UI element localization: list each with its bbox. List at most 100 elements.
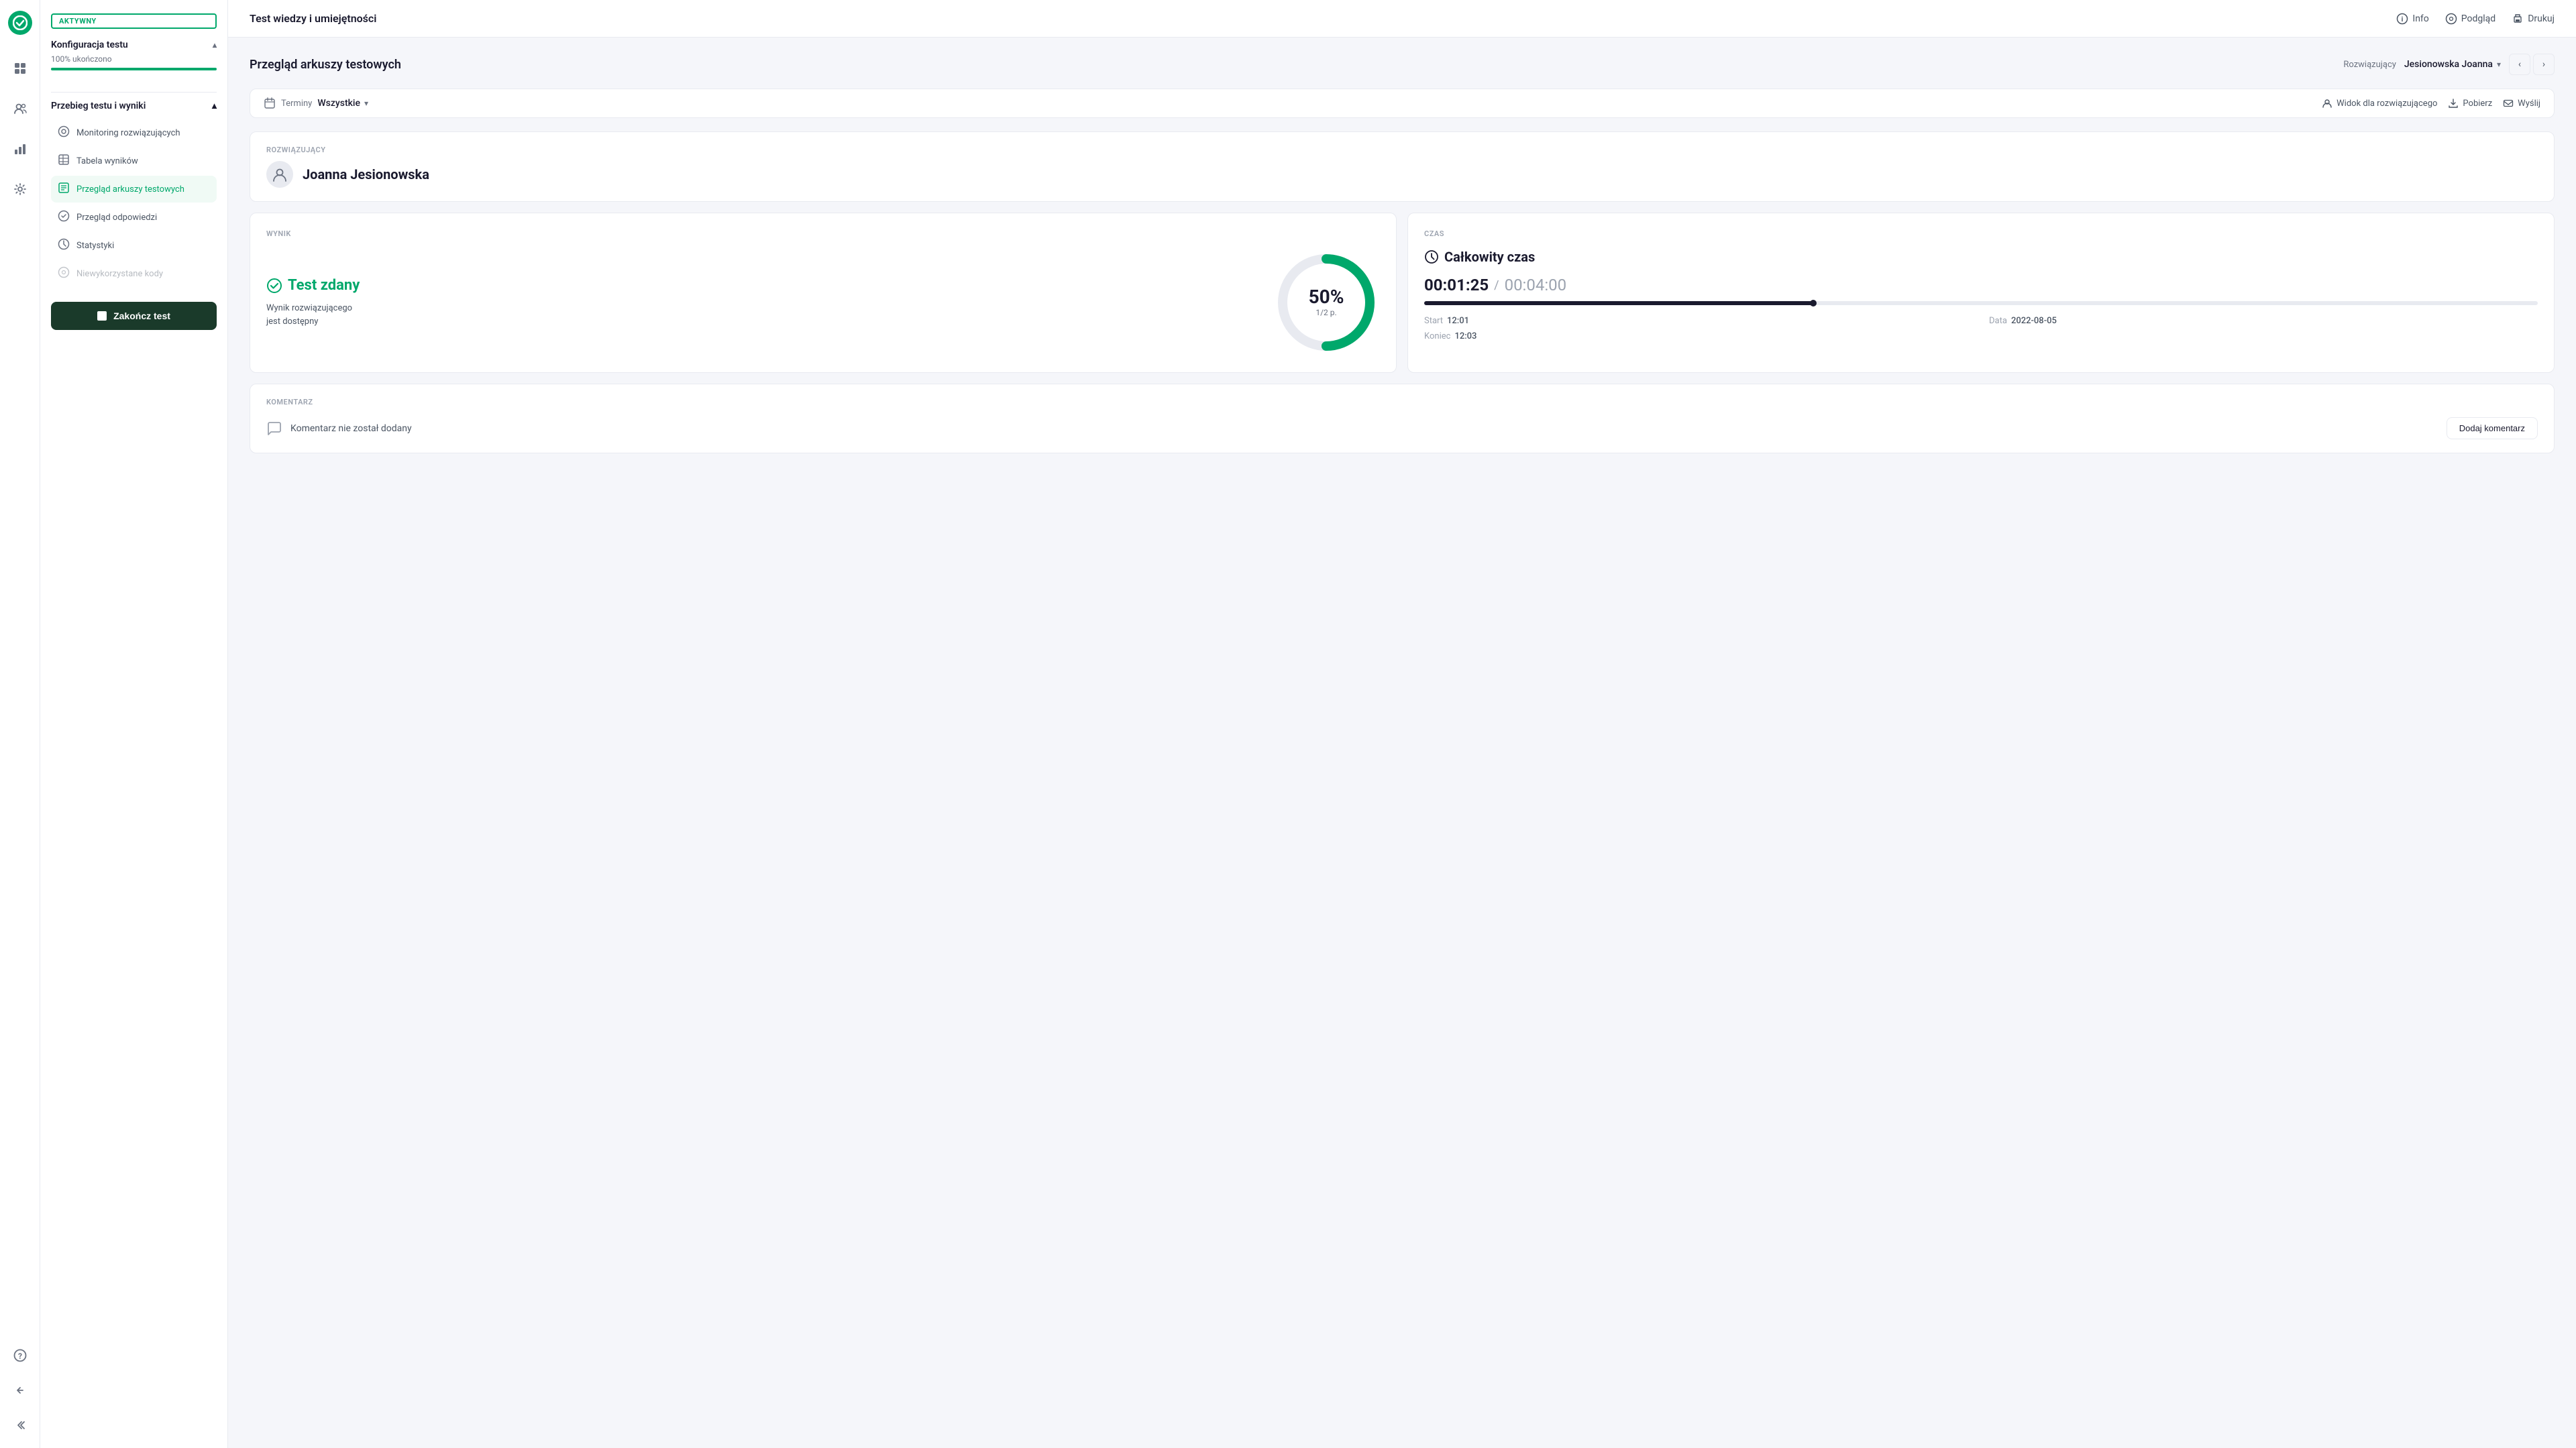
time-panel: CZAS Całkowity czas 00:01:25 / 00:04:00 — [1407, 213, 2555, 373]
time-bar-dot — [1810, 300, 1817, 307]
table-icon — [58, 154, 70, 168]
resolver-full-name: Joanna Jesionowska — [303, 166, 429, 182]
calendar-icon — [264, 97, 276, 109]
navigation-arrows: ‹ › — [2509, 54, 2555, 75]
topbar-actions: i Info Podgląd Drukuj — [2396, 13, 2555, 25]
comment-left: Komentarz nie został dodany — [266, 421, 412, 437]
help-icon[interactable]: ? — [8, 1343, 32, 1368]
date-label: Data — [1989, 316, 2007, 326]
answers-icon — [58, 210, 70, 225]
sheet-header: Przegląd arkuszy testowych Rozwiązujący … — [250, 54, 2555, 75]
donut-text: 50% 1/2 p. — [1309, 288, 1344, 317]
result-description: Wynik rozwiązującego jest dostępny — [266, 302, 1256, 328]
end-value: 12:03 — [1454, 331, 1477, 341]
resolver-section-label: ROZWIĄZUJĄCY — [266, 146, 2538, 154]
comment-icon — [266, 421, 282, 437]
panels-row: WYNIK Test zdany Wynik rozwiązującego — [250, 213, 2555, 373]
comment-text: Komentarz nie został dodany — [290, 423, 412, 434]
sidebar-item-results-table[interactable]: Tabela wyników — [51, 148, 217, 174]
resolver-label: Rozwiązujący — [2343, 60, 2396, 70]
next-resolver-button[interactable]: › — [2533, 54, 2555, 75]
status-badge: AKTYWNY — [51, 13, 217, 29]
donut-chart: 50% 1/2 p. — [1273, 249, 1380, 356]
time-values: 00:01:25 / 00:04:00 — [1424, 276, 2538, 294]
time-header: Całkowity czas — [1424, 249, 2538, 265]
sheet-title: Przegląd arkuszy testowych — [250, 58, 401, 72]
time-panel-inner: Całkowity czas 00:01:25 / 00:04:00 — [1424, 249, 2538, 341]
time-meta: Start 12:01 Data 2022-08-05 Koniec 12:03 — [1424, 316, 2538, 341]
stats-icon — [58, 238, 70, 253]
clock-icon — [1424, 249, 1439, 264]
filter-left: Terminy Wszystkie ▾ — [264, 97, 368, 109]
analytics-icon[interactable] — [8, 137, 32, 161]
check-circle-icon — [266, 278, 282, 294]
preview-button[interactable]: Podgląd — [2445, 13, 2496, 25]
filter-dropdown[interactable]: Wszystkie ▾ — [317, 98, 368, 109]
sidebar-item-unused-codes: Niewykorzystane kody — [51, 260, 217, 287]
filter-right: Widok dla rozwiązującego Pobierz Wyślij — [2322, 98, 2540, 109]
time-title: Całkowity czas — [1444, 249, 1535, 265]
prev-resolver-button[interactable]: ‹ — [2509, 54, 2530, 75]
topbar: Test wiedzy i umiejętności i Info Podglą… — [228, 0, 2576, 38]
config-chevron-icon[interactable]: ▴ — [213, 40, 217, 50]
time-bar-fill — [1424, 301, 1814, 305]
date-value: 2022-08-05 — [2011, 316, 2057, 326]
comment-card: KOMENTARZ Komentarz nie został dodany Do… — [250, 384, 2555, 453]
resolver-selected-name: Jesionowska Joanna — [2404, 59, 2493, 70]
monitoring-icon — [58, 125, 70, 140]
sidebar-item-stats[interactable]: Statystyki — [51, 232, 217, 259]
resolver-card: ROZWIĄZUJĄCY Joanna Jesionowska — [250, 131, 2555, 202]
svg-text:i: i — [2402, 16, 2404, 23]
progress-bar-fill — [51, 68, 217, 70]
result-info: Test zdany Wynik rozwiązującego jest dos… — [266, 277, 1256, 328]
time-separator: / — [1494, 278, 1499, 292]
view-for-resolver-button[interactable]: Widok dla rozwiązującego — [2322, 98, 2437, 109]
send-button[interactable]: Wyślij — [2503, 98, 2540, 109]
sidebar-item-sheets[interactable]: Przegląd arkuszy testowych — [51, 176, 217, 203]
resolver-chevron-icon: ▾ — [2497, 60, 2501, 69]
progress-text: 100% ukończono — [51, 54, 217, 64]
content-area: Przegląd arkuszy testowych Rozwiązujący … — [228, 38, 2576, 1448]
sidebar-item-answers[interactable]: Przegląd odpowiedzi — [51, 204, 217, 231]
comment-section-label: KOMENTARZ — [266, 398, 2538, 406]
comment-body: Komentarz nie został dodany Dodaj koment… — [266, 417, 2538, 439]
config-section-title: Konfiguracja testu ▴ — [51, 40, 217, 50]
result-section-label: WYNIK — [266, 229, 1380, 238]
users-icon[interactable] — [8, 97, 32, 121]
back-icon[interactable] — [8, 1378, 32, 1402]
svg-text:?: ? — [18, 1351, 22, 1361]
stop-icon — [97, 311, 107, 321]
unused-codes-icon — [58, 266, 70, 281]
resolver-selector[interactable]: Jesionowska Joanna ▾ — [2404, 59, 2501, 70]
resolver-avatar — [266, 161, 293, 188]
time-end: Koniec 12:03 — [1424, 331, 1973, 341]
results-table-label: Tabela wyników — [76, 156, 138, 166]
monitoring-label: Monitoring rozwiązujących — [76, 128, 180, 138]
time-start: Start 12:01 — [1424, 316, 1973, 326]
time-date: Data 2022-08-05 — [1989, 316, 2538, 326]
progress-bar — [51, 68, 217, 70]
sheet-header-right: Rozwiązujący Jesionowska Joanna ▾ ‹ › — [2343, 54, 2555, 75]
result-panel: WYNIK Test zdany Wynik rozwiązującego — [250, 213, 1397, 373]
settings-icon[interactable] — [8, 177, 32, 201]
sidebar-divider — [51, 92, 217, 93]
download-button[interactable]: Pobierz — [2448, 98, 2492, 109]
end-label: Koniec — [1424, 331, 1450, 341]
collapse-icon[interactable] — [8, 1413, 32, 1437]
sidebar-item-monitoring[interactable]: Monitoring rozwiązujących — [51, 119, 217, 146]
add-comment-button[interactable]: Dodaj komentarz — [2447, 417, 2538, 439]
app-logo[interactable] — [8, 11, 32, 35]
stats-label: Statystyki — [76, 241, 114, 251]
filter-value: Wszystkie — [317, 98, 360, 109]
grid-icon[interactable] — [8, 56, 32, 80]
info-button[interactable]: i Info — [2396, 13, 2428, 25]
start-value: 12:01 — [1447, 316, 1469, 326]
run-section-header: Przebieg testu i wyniki ▴ — [51, 101, 217, 111]
unused-codes-label: Niewykorzystane kody — [76, 269, 163, 279]
end-test-button[interactable]: Zakończ test — [51, 302, 217, 330]
start-label: Start — [1424, 316, 1443, 326]
sheets-icon — [58, 182, 70, 197]
time-bar — [1424, 301, 2538, 305]
print-button[interactable]: Drukuj — [2512, 13, 2555, 25]
run-chevron-icon[interactable]: ▴ — [212, 101, 217, 111]
